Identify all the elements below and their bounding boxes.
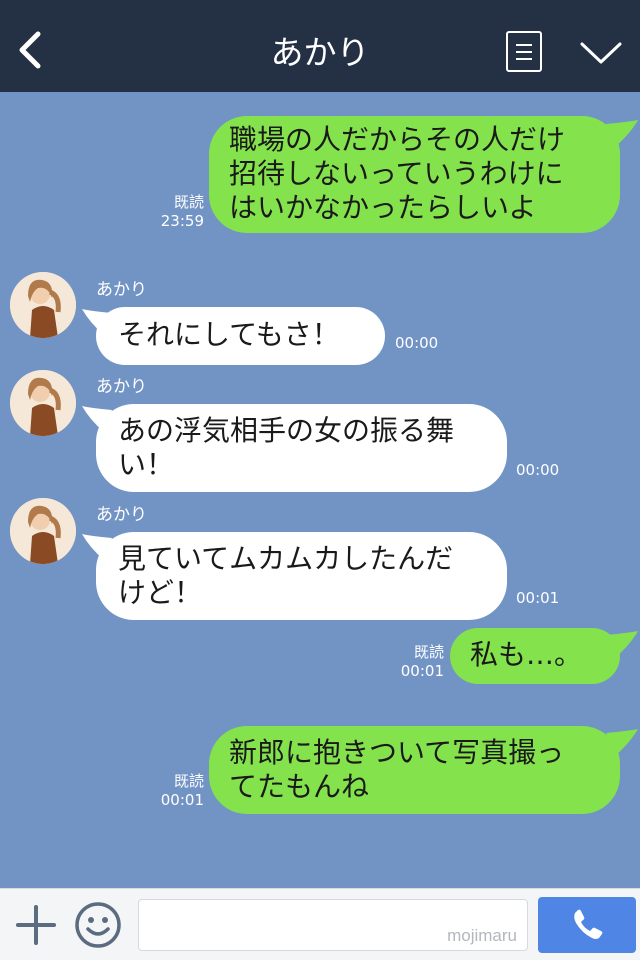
message-meta: 既読 00:01 <box>390 643 444 681</box>
collapse-button[interactable] <box>578 36 624 72</box>
menu-button[interactable] <box>506 31 542 72</box>
add-button[interactable] <box>14 903 58 947</box>
message-time: 00:01 <box>516 589 560 607</box>
message-time: 00:01 <box>400 662 444 680</box>
read-receipt: 既読 <box>413 643 444 661</box>
read-receipt: 既読 <box>173 772 204 790</box>
sender-name: あかり <box>96 377 147 397</box>
input-bar: mojimaru <box>0 888 640 960</box>
message-meta: 既読 23:59 <box>150 193 204 231</box>
message-input[interactable]: mojimaru <box>138 899 528 951</box>
chat-header: あかり <box>0 0 640 92</box>
avatar[interactable] <box>10 272 76 338</box>
plus-icon <box>16 905 56 945</box>
message-time: 00:00 <box>395 334 439 352</box>
avatar-woman-icon <box>10 498 76 564</box>
avatar[interactable] <box>10 498 76 564</box>
incoming-message[interactable]: あの浮気相手の女の振る舞 い！ <box>96 404 507 492</box>
smiley-icon <box>75 902 121 948</box>
avatar-woman-icon <box>10 370 76 436</box>
sender-name: あかり <box>96 505 147 525</box>
phone-icon <box>574 909 603 939</box>
outgoing-message[interactable]: 職場の人だからその人だけ 招待しないっていうわけに はいかなかったらしいよ <box>209 116 620 233</box>
read-receipt: 既読 <box>173 193 204 211</box>
watermark: mojimaru <box>447 926 517 945</box>
call-button[interactable] <box>538 897 636 953</box>
emoji-button[interactable] <box>74 901 122 949</box>
chat-title: あかり <box>270 33 370 72</box>
sender-name: あかり <box>96 280 147 300</box>
message-time: 00:01 <box>160 791 204 809</box>
chevron-down-icon <box>580 42 622 64</box>
message-time: 00:00 <box>516 461 560 479</box>
outgoing-message[interactable]: 新郎に抱きついて写真撮っ てたもんね <box>209 726 620 814</box>
avatar-woman-icon <box>10 272 76 338</box>
message-meta: 既読 00:01 <box>150 772 204 810</box>
incoming-message[interactable]: 見ていてムカムカしたんだ けど！ <box>96 532 507 620</box>
outgoing-message[interactable]: 私も…。 <box>450 628 620 684</box>
avatar[interactable] <box>10 370 76 436</box>
message-time: 23:59 <box>160 212 204 230</box>
chat-area[interactable]: 既読 23:59 職場の人だからその人だけ 招待しないっていうわけに はいかなか… <box>0 92 640 888</box>
incoming-message[interactable]: それにしてもさ！ <box>96 307 385 365</box>
